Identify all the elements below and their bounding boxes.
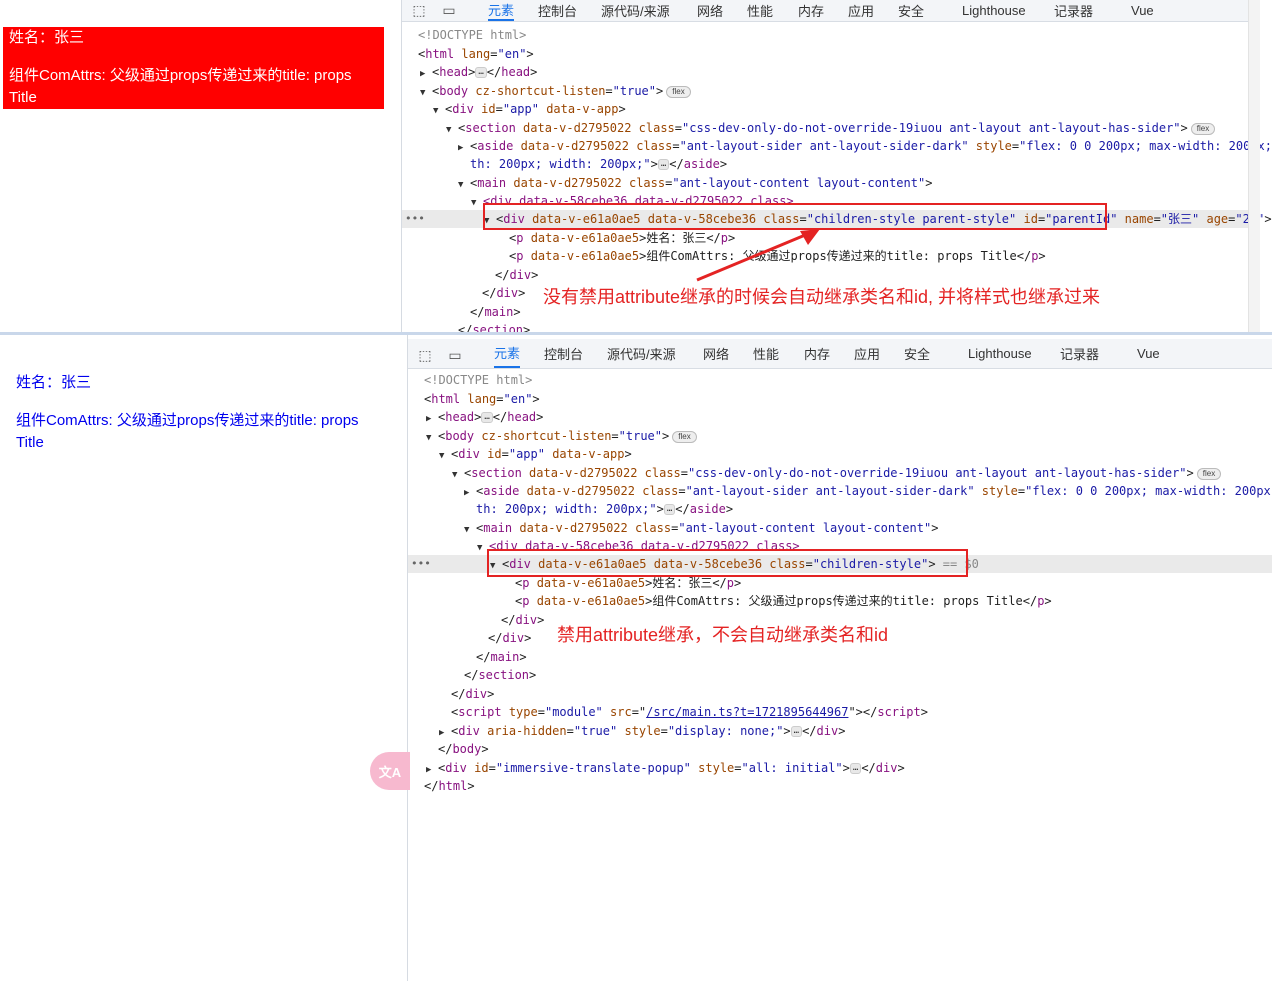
tab-lighthouse[interactable]: Lighthouse [968, 339, 1032, 368]
flex-badge[interactable]: flex [1190, 122, 1216, 135]
translate-icon[interactable]: 文A [370, 752, 410, 790]
aside-row[interactable]: ▶ <aside data-v-d2795022 class="ant-layou… [458, 137, 1272, 155]
html-close-row: </html> [424, 779, 475, 793]
section-close-row: </section> [464, 668, 537, 682]
tab-application[interactable]: 应用 [848, 0, 874, 21]
collapse-triangle-icon[interactable]: ▼ [420, 84, 432, 102]
inspect-element-icon[interactable]: ⬚ [410, 2, 428, 18]
tab-network[interactable]: 网络 [697, 0, 723, 21]
name-paragraph: 姓名：张三 [9, 29, 85, 46]
app-div-row[interactable]: ▼ <div id="app" data-v-app> [439, 445, 632, 463]
devtools-tabbar: ⬚ ▭ 元素 控制台 源代码/来源 网络 性能 内存 应用 安全 Lightho… [408, 339, 1272, 369]
tab-application[interactable]: 应用 [854, 339, 880, 368]
tab-console[interactable]: 控制台 [538, 0, 577, 21]
title-paragraph: 组件ComAttrs: 父级通过props传递过来的title: props T… [9, 67, 352, 106]
annotation-text: 禁用attribute继承，不会自动继承类名和id [557, 625, 889, 645]
script-src-link[interactable]: /src/main.ts?t=1721895644967 [646, 705, 848, 719]
collapse-triangle-icon[interactable]: ▼ [426, 429, 438, 447]
div-close-row: </div> [501, 613, 545, 627]
tab-sources[interactable]: 源代码/来源 [601, 0, 670, 21]
script-row[interactable]: <script type="module" src="/src/main.ts?… [451, 703, 928, 721]
body-row[interactable]: ▼ <body cz-shortcut-listen="true"> flex [426, 427, 697, 445]
tab-recorder[interactable]: 记录器 [1054, 0, 1093, 21]
tab-recorder[interactable]: 记录器 [1060, 339, 1099, 368]
device-toolbar-icon[interactable]: ▭ [446, 347, 464, 363]
tab-vue[interactable]: Vue [1137, 339, 1160, 368]
expand-triangle-icon[interactable]: ▶ [420, 65, 432, 83]
inspect-element-icon[interactable]: ⬚ [416, 347, 434, 363]
annotation-arrow [696, 229, 820, 282]
more-options-icon[interactable]: ••• [411, 555, 431, 573]
head-row[interactable]: ▶ <head>… </head> [420, 63, 537, 81]
bottom-screenshot-panel: 姓名：张三 组件ComAttrs: 父级通过props传递过来的title: p… [0, 335, 1272, 981]
aside-row-wrap: th: 200px; width: 200px;">… </aside> [470, 157, 728, 171]
top-screenshot-panel: 姓名：张三 组件ComAttrs: 父级通过props传递过来的title: p… [0, 0, 1272, 333]
tab-performance[interactable]: 性能 [753, 339, 779, 368]
tab-sources[interactable]: 源代码/来源 [607, 339, 676, 368]
main-close-row: </main> [470, 305, 521, 319]
annotation-text: 没有禁用attribute继承的时候会自动继承类名和id, 并将样式也继承过来 [543, 287, 1101, 307]
main-row[interactable]: ▼ <main data-v-d2795022 class="ant-layout… [464, 519, 938, 537]
flex-badge[interactable]: flex [672, 430, 697, 443]
p-title-row[interactable]: <p data-v-e61a0ae5>组件ComAttrs: 父级通过props… [515, 592, 1052, 610]
devtools-tabbar: ⬚ ▭ 元素 控制台 源代码/来源 网络 性能 内存 应用 安全 Lightho… [402, 0, 1260, 22]
div-close-row: </div> [451, 687, 495, 701]
tab-elements[interactable]: 元素 [488, 0, 515, 21]
html-row[interactable]: <html lang="en"> [418, 45, 534, 63]
section-row[interactable]: ▼ <section data-v-d2795022 class="css-dev… [446, 119, 1216, 137]
doctype-row: <!DOCTYPE html> [418, 28, 527, 42]
section-row[interactable]: ▼ <section data-v-d2795022 class="css-dev… [452, 464, 1222, 482]
page-render-area: 姓名：张三 组件ComAttrs: 父级通过props传递过来的title: p… [0, 335, 407, 981]
popup-div-row[interactable]: ▶ <div id="immersive-translate-popup" sty… [426, 759, 905, 777]
tab-elements[interactable]: 元素 [494, 339, 521, 368]
app-div-row[interactable]: ▼ <div id="app" data-v-app> [433, 100, 626, 118]
device-toolbar-icon[interactable]: ▭ [440, 2, 458, 18]
highlight-box [487, 549, 968, 577]
title-paragraph: 组件ComAttrs: 父级通过props传递过来的title: props T… [16, 412, 359, 451]
html-row[interactable]: <html lang="en"> [424, 390, 540, 408]
inherited-style-box: 姓名：张三 组件ComAttrs: 父级通过props传递过来的title: p… [3, 27, 384, 109]
tab-performance[interactable]: 性能 [747, 0, 773, 21]
page-render-area: 姓名：张三 组件ComAttrs: 父级通过props传递过来的title: p… [0, 0, 401, 333]
tab-memory[interactable]: 内存 [804, 339, 830, 368]
div-close-row: </div> [495, 268, 539, 282]
tab-security[interactable]: 安全 [898, 0, 924, 21]
div-close-row: </div> [488, 631, 532, 645]
tab-console[interactable]: 控制台 [544, 339, 583, 368]
tab-security[interactable]: 安全 [904, 339, 930, 368]
main-close-row: </main> [476, 650, 527, 664]
tab-lighthouse[interactable]: Lighthouse [962, 0, 1026, 21]
devtools-panel: ⬚ ▭ 元素 控制台 源代码/来源 网络 性能 内存 应用 安全 Lightho… [401, 0, 1272, 333]
tab-network[interactable]: 网络 [703, 339, 729, 368]
aside-row-wrap: th: 200px; width: 200px;">… </aside> [476, 502, 734, 516]
div-close-row: </div> [482, 286, 526, 300]
doctype-row: <!DOCTYPE html> [424, 373, 533, 387]
tab-vue[interactable]: Vue [1131, 0, 1154, 21]
flex-badge[interactable]: flex [1196, 467, 1222, 480]
expand-triangle-icon[interactable]: ▶ [426, 410, 438, 428]
vertical-scrollbar[interactable] [1248, 0, 1260, 333]
flex-badge[interactable]: flex [666, 85, 691, 98]
devtools-panel: ⬚ ▭ 元素 控制台 源代码/来源 网络 性能 内存 应用 安全 Lightho… [407, 335, 1272, 981]
body-close-row: </body> [438, 742, 489, 756]
body-row[interactable]: ▼ <body cz-shortcut-listen="true"> flex [420, 82, 691, 100]
main-row[interactable]: ▼ <main data-v-d2795022 class="ant-layout… [458, 174, 932, 192]
name-paragraph: 姓名：张三 [16, 374, 92, 391]
more-options-icon[interactable]: ••• [405, 210, 425, 228]
aside-row[interactable]: ▶ <aside data-v-d2795022 class="ant-layou… [464, 482, 1272, 500]
tab-memory[interactable]: 内存 [798, 0, 824, 21]
hidden-div-row[interactable]: ▶ <div aria-hidden="true" style="display:… [439, 722, 845, 740]
head-row[interactable]: ▶ <head>… </head> [426, 408, 543, 426]
